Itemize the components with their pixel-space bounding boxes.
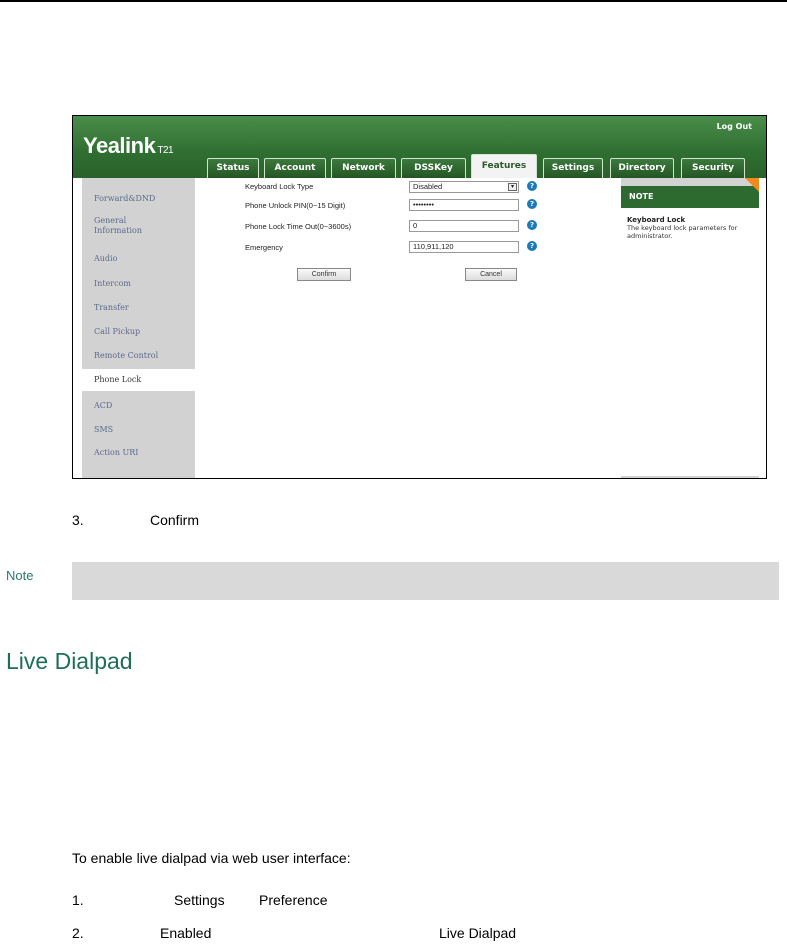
tab-account[interactable]: Account xyxy=(264,158,326,178)
step-1-settings: Settings xyxy=(174,892,225,908)
web-ui-screenshot: Yealink T21 Log Out Status Account Networ… xyxy=(72,115,767,479)
note-box xyxy=(72,562,779,600)
logout-link[interactable]: Log Out xyxy=(717,122,752,131)
note-corner-marker xyxy=(745,178,759,192)
instruction-line: To enable live dialpad via web user inte… xyxy=(72,850,351,866)
top-rule xyxy=(0,0,787,2)
sidebar-item-acd[interactable]: ACD xyxy=(82,401,195,411)
sidebar-item-remote-control[interactable]: Remote Control xyxy=(82,351,195,361)
unlock-pin-input[interactable]: •••••••• xyxy=(409,199,519,211)
brand-name: Yealink xyxy=(83,133,156,158)
step-2-enabled: Enabled xyxy=(160,925,212,941)
sidebar-item-call-pickup[interactable]: Call Pickup xyxy=(82,327,195,337)
tab-security[interactable]: Security xyxy=(681,158,745,178)
step-3: 3. Confirm xyxy=(72,512,199,528)
phone-lock-form: Keyboard Lock Type Disabled ▾ ? Phone Unl… xyxy=(195,178,621,478)
step-1-preference: Preference xyxy=(259,892,328,908)
cancel-button[interactable]: Cancel xyxy=(465,268,517,281)
tab-directory[interactable]: Directory xyxy=(610,158,674,178)
sidebar-item-action-uri[interactable]: Action URI xyxy=(82,448,195,458)
lock-timeout-input[interactable]: 0 xyxy=(409,220,519,232)
sidebar-item-transfer[interactable]: Transfer xyxy=(82,303,195,313)
keyboard-lock-type-label: Keyboard Lock Type xyxy=(245,182,314,191)
lock-timeout-label: Phone Lock Time Out(0~3600s) xyxy=(245,222,352,231)
sidebar: Forward&DND General Information Audio In… xyxy=(82,178,195,478)
sidebar-item-phone-lock[interactable]: Phone Lock xyxy=(82,369,195,391)
sidebar-item-sms[interactable]: SMS xyxy=(82,425,195,435)
step-2-number: 2. xyxy=(72,925,84,941)
tab-status[interactable]: Status xyxy=(207,158,259,178)
help-icon[interactable]: ? xyxy=(527,181,537,191)
web-ui-header: Yealink T21 Log Out Status Account Networ… xyxy=(73,116,766,178)
chevron-down-icon: ▾ xyxy=(508,183,517,191)
emergency-label: Emergency xyxy=(245,243,283,252)
emergency-input[interactable]: 110,911,120 xyxy=(409,241,519,253)
brand-logo: Yealink T21 xyxy=(83,133,174,159)
note-header: NOTE xyxy=(621,186,759,208)
sidebar-item-audio[interactable]: Audio xyxy=(82,254,195,264)
section-heading: Live Dialpad xyxy=(6,648,133,674)
confirm-button[interactable]: Confirm xyxy=(297,268,351,281)
keyboard-lock-type-select[interactable]: Disabled ▾ xyxy=(409,181,519,193)
note-text: The keyboard lock parameters for adminis… xyxy=(627,224,738,240)
note-title: Keyboard Lock xyxy=(627,216,686,224)
sidebar-item-forward-dnd[interactable]: Forward&DND xyxy=(82,194,195,204)
unlock-pin-label: Phone Unlock PIN(0~15 Digit) xyxy=(245,201,346,210)
step-1-number: 1. xyxy=(72,892,84,908)
keyboard-lock-type-value: Disabled xyxy=(413,182,443,191)
tab-features[interactable]: Features xyxy=(471,154,537,178)
help-icon[interactable]: ? xyxy=(527,241,537,251)
help-icon[interactable]: ? xyxy=(527,220,537,230)
tab-settings[interactable]: Settings xyxy=(543,158,603,178)
note-label: Note xyxy=(6,568,34,583)
step-2-live-dialpad: Live Dialpad xyxy=(439,925,517,941)
step-3-number: 3. xyxy=(72,512,84,528)
brand-model: T21 xyxy=(157,145,174,156)
tab-network[interactable]: Network xyxy=(331,158,396,178)
step-3-confirm: Confirm xyxy=(150,512,200,528)
help-icon[interactable]: ? xyxy=(527,199,537,209)
note-panel: NOTE Keyboard Lock The keyboard lock par… xyxy=(621,178,759,478)
sidebar-item-general-information[interactable]: General Information xyxy=(82,216,162,236)
note-body: Keyboard Lock The keyboard lock paramete… xyxy=(621,208,759,476)
sidebar-item-intercom[interactable]: Intercom xyxy=(82,279,195,289)
tab-dsskey[interactable]: DSSKey xyxy=(401,158,466,178)
